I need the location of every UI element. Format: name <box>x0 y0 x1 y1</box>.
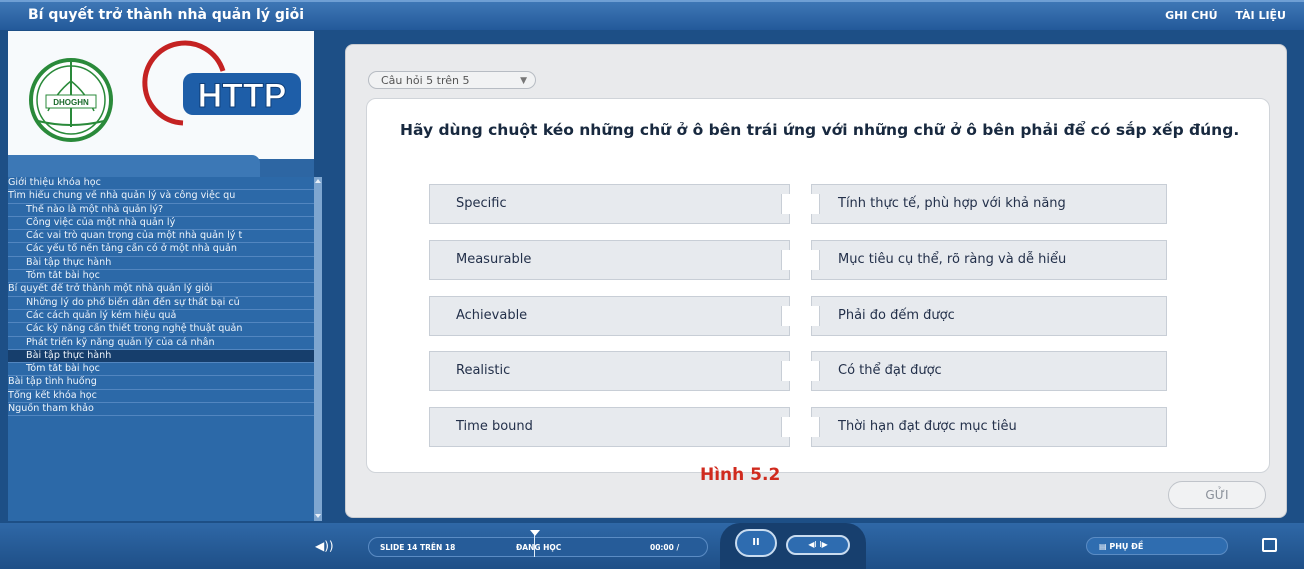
toc-item[interactable]: Bài tập thực hành <box>8 349 314 364</box>
pause-button[interactable]: II <box>735 529 777 557</box>
toc-item[interactable]: Các vai trò quan trọng của một nhà quản … <box>8 230 314 244</box>
connector-notch <box>781 250 790 270</box>
toc-item[interactable]: Các kỹ năng cần thiết trong nghệ thuật q… <box>8 323 314 337</box>
drop-target[interactable]: Thời hạn đạt được mục tiêu <box>811 407 1167 447</box>
question-select[interactable]: Câu hỏi 5 trên 5 ▼ <box>368 71 536 89</box>
connector-notch <box>811 306 820 326</box>
subtitles-button[interactable]: ▤ PHỤ ĐỀ <box>1086 537 1228 555</box>
connector-notch <box>781 306 790 326</box>
playback-status: ĐANG HỌC <box>516 543 562 552</box>
figure-caption: Hình 5.2 <box>700 465 781 485</box>
player-bar: ◀)) SLIDE 14 TRÊN 18 ĐANG HỌC 00:00 / II… <box>0 523 1304 569</box>
notes-link[interactable]: GHI CHÚ <box>1165 9 1217 22</box>
drag-item[interactable]: Measurable <box>429 240 790 280</box>
toc-item[interactable]: Nguồn tham khảo <box>8 403 314 417</box>
question-select-label: Câu hỏi 5 trên 5 <box>381 74 470 87</box>
playhead-line <box>534 535 535 557</box>
toc-item[interactable]: Tìm hiểu chung về nhà quản lý và công vi… <box>8 190 314 204</box>
scroll-up-icon[interactable] <box>315 179 321 183</box>
connector-notch <box>781 361 790 381</box>
connector-notch <box>781 417 790 437</box>
drag-item-label: Time bound <box>456 419 533 434</box>
toc-item[interactable]: Bài tập tình huống <box>8 376 314 390</box>
logo-right-text: HTTP <box>198 77 287 115</box>
logo-panel: DHOGHN HTTP <box>8 31 314 160</box>
question-text: Hãy dùng chuột kéo những chữ ở ô bên trá… <box>400 121 1240 139</box>
slide-counter: SLIDE 14 TRÊN 18 <box>380 543 456 552</box>
toc-item[interactable]: Tóm tắt bài học <box>8 270 314 284</box>
toc-tab[interactable] <box>8 155 260 177</box>
volume-icon[interactable]: ◀)) <box>315 539 334 553</box>
sidebar: DHOGHN HTTP Giới thiệu khóa học Tìm hiểu … <box>8 31 322 521</box>
toc-item[interactable]: Bí quyết để trở thành một nhà quản lý gi… <box>8 283 314 297</box>
drag-item[interactable]: Realistic <box>429 351 790 391</box>
toc-item[interactable]: Những lý do phổ biến dẫn đến sự thất bại… <box>8 297 314 310</box>
course-title: Bí quyết trở thành nhà quản lý giỏi <box>28 7 305 23</box>
toc-item[interactable]: Giới thiệu khóa học <box>8 177 314 191</box>
title-bar: Bí quyết trở thành nhà quản lý giỏi GHI … <box>0 0 1304 30</box>
top-links: GHI CHÚ TÀI LIỆU <box>1151 9 1286 22</box>
subtitles-label: PHỤ ĐỀ <box>1109 542 1144 551</box>
connector-notch <box>781 194 790 214</box>
drag-item[interactable]: Time bound <box>429 407 790 447</box>
drag-item[interactable]: Specific <box>429 184 790 224</box>
drop-target[interactable]: Phải đo đếm được <box>811 296 1167 336</box>
drop-target-label: Có thể đạt được <box>838 363 942 378</box>
logo-left-text: DHOGHN <box>53 98 89 107</box>
connector-notch <box>811 417 820 437</box>
drop-target[interactable]: Mục tiêu cụ thể, rõ ràng và dễ hiểu <box>811 240 1167 280</box>
connector-notch <box>811 361 820 381</box>
toc-item[interactable]: Tóm tắt bài học <box>8 363 314 377</box>
subtitles-icon: ▤ <box>1099 542 1110 551</box>
drag-item[interactable]: Achievable <box>429 296 790 336</box>
drop-target[interactable]: Tính thực tế, phù hợp với khả năng <box>811 184 1167 224</box>
drop-target-label: Thời hạn đạt được mục tiêu <box>838 419 1017 434</box>
toc-item[interactable]: Thế nào là một nhà quản lý? <box>8 204 314 217</box>
submit-button[interactable]: GỬI <box>1168 481 1266 509</box>
drop-target-label: Tính thực tế, phù hợp với khả năng <box>838 196 1066 211</box>
drag-item-label: Achievable <box>456 308 528 323</box>
playhead-icon[interactable] <box>530 530 540 536</box>
toc-item[interactable]: Tổng kết khóa học <box>8 390 314 404</box>
scroll-down-icon[interactable] <box>315 514 321 518</box>
fullscreen-icon[interactable] <box>1262 538 1277 552</box>
question-card: Hãy dùng chuột kéo những chữ ở ô bên trá… <box>366 98 1270 473</box>
quiz-panel: Câu hỏi 5 trên 5 ▼ Hãy dùng chuột kéo nh… <box>345 44 1287 518</box>
drop-target-label: Mục tiêu cụ thể, rõ ràng và dễ hiểu <box>838 252 1067 267</box>
resources-link[interactable]: TÀI LIỆU <box>1235 9 1286 22</box>
toc-item[interactable]: Các cách quản lý kém hiệu quả <box>8 310 314 324</box>
chevron-down-icon: ▼ <box>520 76 527 86</box>
toc-item[interactable]: Các yếu tố nền tảng cần có ở một nhà quả… <box>8 243 314 257</box>
toc-scrollbar[interactable] <box>314 177 322 521</box>
toc-item[interactable]: Phát triển kỹ năng quản lý của cá nhân <box>8 337 314 350</box>
table-of-contents: Giới thiệu khóa học Tìm hiểu chung về nhà… <box>8 177 314 521</box>
connector-notch <box>811 250 820 270</box>
logo: DHOGHN HTTP <box>29 40 301 142</box>
drag-item-label: Realistic <box>456 363 511 378</box>
drop-target[interactable]: Có thể đạt được <box>811 351 1167 391</box>
drag-item-label: Measurable <box>456 252 532 267</box>
time-display: 00:00 / <box>650 543 680 552</box>
drop-target-label: Phải đo đếm được <box>838 308 955 323</box>
drag-item-label: Specific <box>456 196 507 211</box>
connector-notch <box>811 194 820 214</box>
toc-tab-strip <box>8 155 314 177</box>
step-buttons[interactable]: ◀I I▶ <box>786 535 850 555</box>
toc-item[interactable]: Bài tập thực hành <box>8 257 314 271</box>
toc-item[interactable]: Công việc của một nhà quản lý <box>8 217 314 231</box>
